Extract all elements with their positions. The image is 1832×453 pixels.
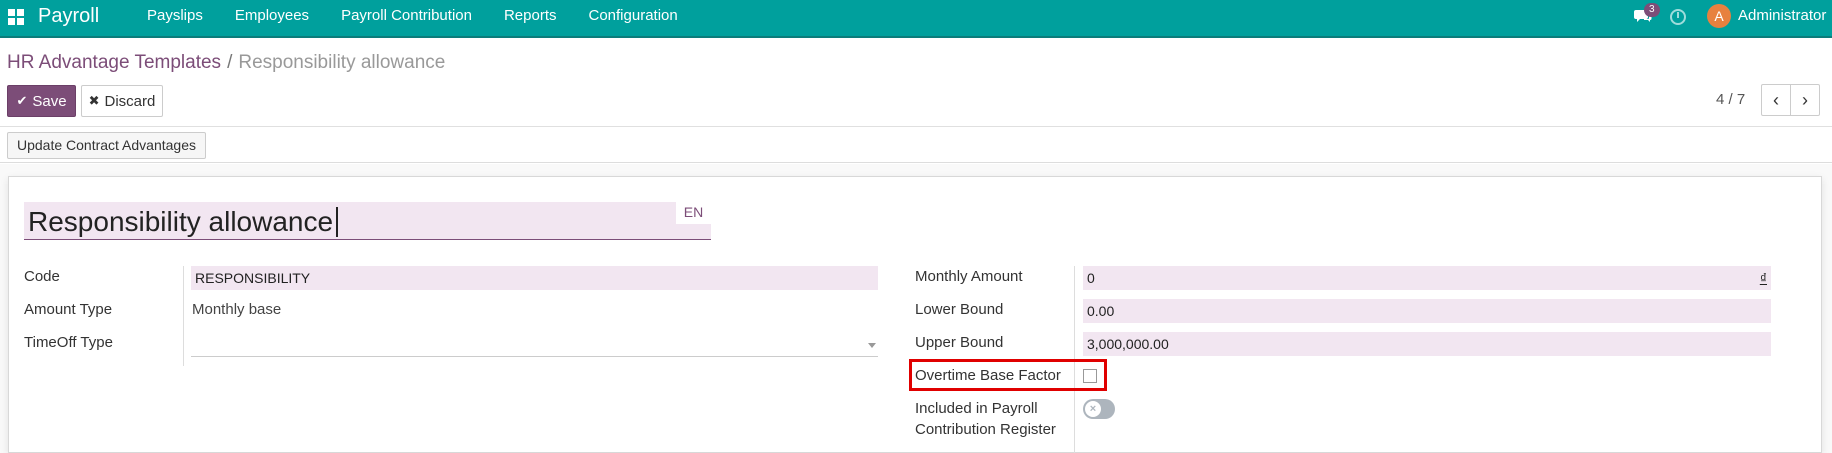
menu-item-reports[interactable]: Reports bbox=[488, 0, 573, 36]
upper-bound-label: Upper Bound bbox=[915, 334, 1004, 351]
menu-item-employees[interactable]: Employees bbox=[219, 0, 325, 36]
menu-item-payslips[interactable]: Payslips bbox=[131, 0, 219, 36]
breadcrumb-parent-link[interactable]: HR Advantage Templates bbox=[7, 52, 221, 73]
caret-down-icon bbox=[868, 343, 876, 348]
lower-bound-label: Lower Bound bbox=[915, 301, 1004, 318]
discard-button-label: Discard bbox=[104, 92, 156, 110]
monthly-amount-value: 0 bbox=[1087, 270, 1095, 286]
text-cursor bbox=[336, 207, 338, 237]
overtime-highlight-annotation bbox=[909, 359, 1107, 391]
included-in-payroll-label-line1: Included in Payroll bbox=[915, 400, 1038, 417]
messages-count-badge: 3 bbox=[1644, 3, 1660, 17]
pager-value[interactable]: 4 / 7 bbox=[1716, 91, 1745, 108]
user-avatar[interactable]: A bbox=[1707, 4, 1731, 28]
overtime-base-factor-checkbox[interactable] bbox=[1083, 369, 1097, 383]
update-contract-advantages-button[interactable]: Update Contract Advantages bbox=[7, 132, 207, 159]
breadcrumb: HR Advantage Templates / Responsibility al… bbox=[7, 52, 445, 74]
monthly-amount-label: Monthly Amount bbox=[915, 268, 1023, 285]
included-in-payroll-toggle[interactable]: × bbox=[1083, 399, 1115, 419]
name-field-value: Responsibility allowance bbox=[28, 206, 334, 237]
pager-next-button[interactable]: › bbox=[1790, 84, 1820, 116]
activity-clock-icon[interactable] bbox=[1670, 9, 1686, 25]
form-statusbar: Update Contract Advantages bbox=[0, 127, 1832, 163]
main-menu: Payslips Employees Payroll Contribution … bbox=[131, 0, 694, 36]
code-input[interactable]: RESPONSIBILITY bbox=[191, 266, 878, 290]
menu-item-payroll-contribution[interactable]: Payroll Contribution bbox=[325, 0, 488, 36]
lower-bound-input[interactable]: 0.00 bbox=[1083, 299, 1771, 323]
apps-menu-icon[interactable] bbox=[8, 9, 24, 25]
timeoff-type-select[interactable] bbox=[191, 333, 878, 357]
breadcrumb-separator: / bbox=[227, 52, 233, 73]
included-in-payroll-label-line2: Contribution Register bbox=[915, 421, 1056, 438]
chevron-right-icon: › bbox=[1802, 89, 1808, 110]
monthly-amount-input[interactable]: 0 ₫ bbox=[1083, 266, 1771, 290]
top-navbar: Payroll Payslips Employees Payroll Contr… bbox=[0, 0, 1832, 38]
save-button[interactable]: ✔ Save bbox=[7, 85, 76, 117]
breadcrumb-current: Responsibility allowance bbox=[238, 52, 446, 73]
discard-button[interactable]: ✖ Discard bbox=[81, 85, 163, 117]
chevron-left-icon: ‹ bbox=[1773, 89, 1779, 110]
amount-type-label: Amount Type bbox=[24, 301, 113, 318]
left-group-separator bbox=[183, 266, 184, 366]
check-icon: ✔ bbox=[16, 93, 28, 108]
app-name[interactable]: Payroll bbox=[38, 5, 99, 28]
toggle-off-x-icon: × bbox=[1085, 401, 1101, 417]
timeoff-type-label: TimeOff Type bbox=[24, 334, 113, 351]
user-menu[interactable]: Administrator bbox=[1738, 7, 1826, 24]
upper-bound-input[interactable]: 3,000,000.00 bbox=[1083, 332, 1771, 356]
amount-type-value[interactable]: Monthly base bbox=[192, 301, 281, 318]
translate-language-button[interactable]: EN bbox=[676, 202, 711, 224]
currency-symbol: ₫ bbox=[1759, 270, 1767, 286]
name-field[interactable]: Responsibility allowance bbox=[24, 202, 711, 240]
menu-item-configuration[interactable]: Configuration bbox=[573, 0, 694, 36]
code-label: Code bbox=[24, 268, 60, 285]
save-button-label: Save bbox=[32, 92, 67, 110]
close-icon: ✖ bbox=[88, 93, 100, 108]
pager-previous-button[interactable]: ‹ bbox=[1761, 84, 1791, 116]
